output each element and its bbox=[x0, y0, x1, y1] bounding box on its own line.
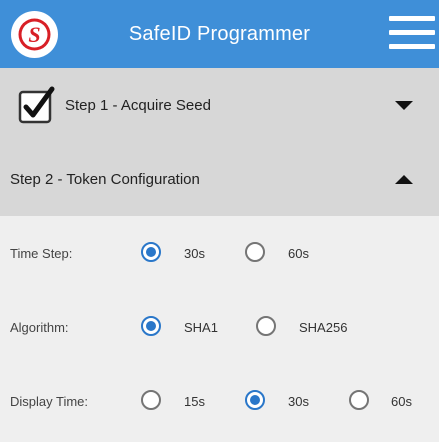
algorithm-sha256-radio[interactable] bbox=[256, 316, 276, 336]
display-time-60s-label: 60s bbox=[391, 394, 412, 409]
step-1-header[interactable]: Step 1 - Acquire Seed bbox=[0, 68, 439, 143]
display-time-15s-radio[interactable] bbox=[141, 390, 161, 410]
step-1-label: Step 1 - Acquire Seed bbox=[65, 97, 211, 114]
display-time-30s-label: 30s bbox=[288, 394, 309, 409]
display-time-15s-label: 15s bbox=[184, 394, 205, 409]
step-2-label: Step 2 - Token Configuration bbox=[10, 171, 200, 188]
display-time-60s-radio[interactable] bbox=[349, 390, 369, 410]
step-1-checkbox[interactable] bbox=[18, 86, 56, 124]
time-step-60s-radio[interactable] bbox=[245, 242, 265, 262]
display-time-30s-radio[interactable] bbox=[245, 390, 265, 410]
display-time-label: Display Time: bbox=[10, 394, 89, 409]
collapse-arrow-up-icon[interactable] bbox=[395, 175, 413, 184]
time-step-30s-radio[interactable] bbox=[141, 242, 161, 262]
algorithm-sha1-label: SHA1 bbox=[184, 320, 218, 335]
expand-arrow-down-icon[interactable] bbox=[395, 101, 413, 110]
time-step-30s-label: 30s bbox=[184, 246, 205, 261]
algorithm-label: Algorithm: bbox=[10, 320, 69, 335]
step-2-header[interactable]: Step 2 - Token Configuration bbox=[0, 143, 439, 216]
algorithm-sha1-radio[interactable] bbox=[141, 316, 161, 336]
time-step-label: Time Step: bbox=[10, 246, 73, 261]
hamburger-menu-icon[interactable] bbox=[389, 16, 435, 50]
time-step-60s-label: 60s bbox=[288, 246, 309, 261]
app-title: SafeID Programmer bbox=[128, 23, 311, 45]
app-header: S SafeID Programmer bbox=[0, 0, 439, 68]
algorithm-sha256-label: SHA256 bbox=[299, 320, 348, 335]
